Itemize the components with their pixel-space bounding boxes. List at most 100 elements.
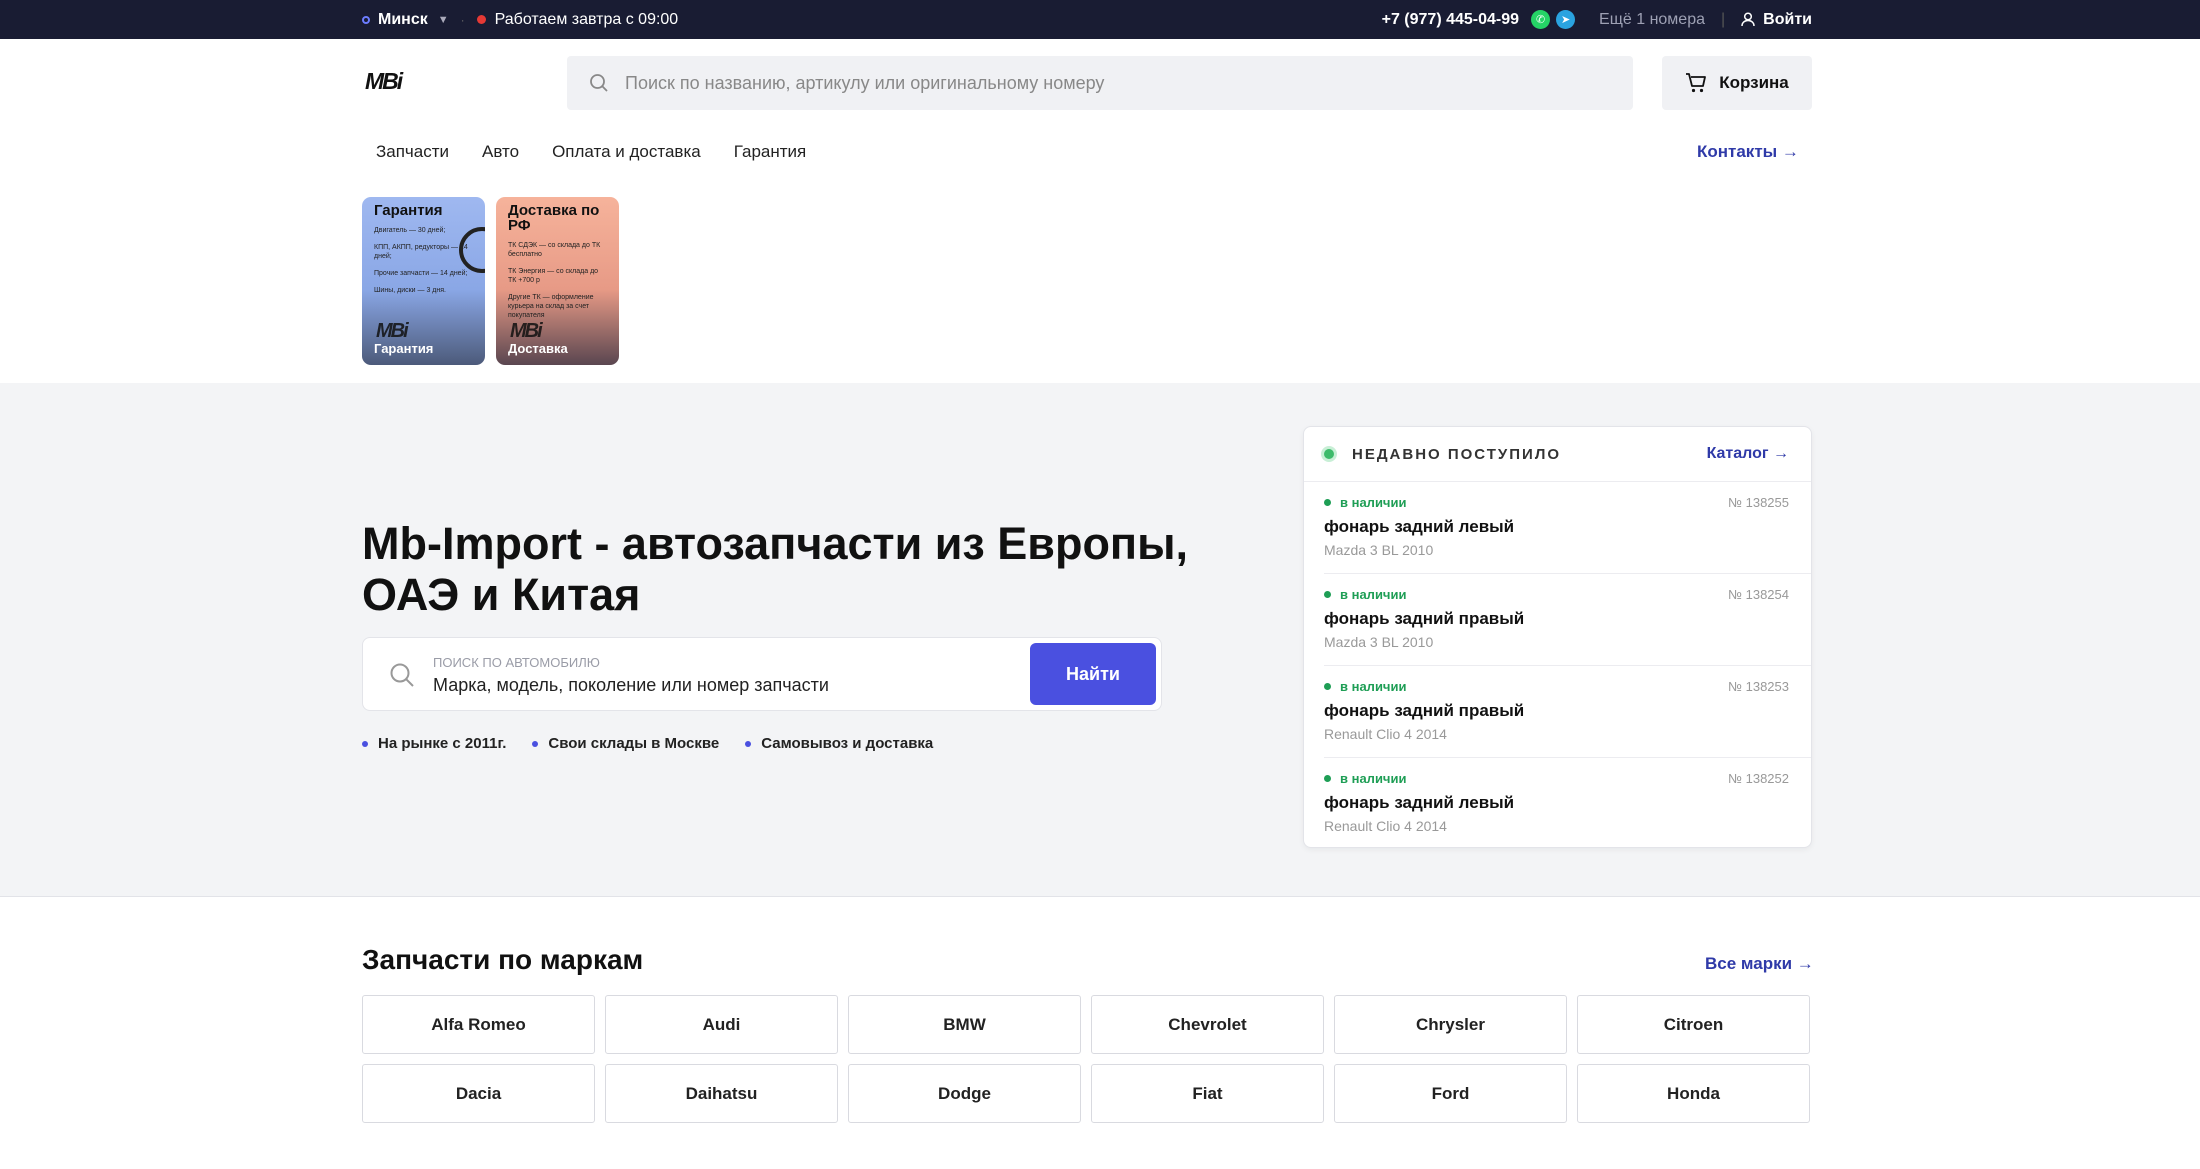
brand-button[interactable]: BMW [848, 995, 1081, 1054]
search-icon [590, 74, 608, 92]
story-delivery[interactable]: Доставка по РФ ТК СДЭК — со склада до ТК… [496, 197, 619, 365]
nav-item-cars[interactable]: Авто [482, 142, 519, 162]
top-bar: Минск ▼ · Работаем завтра с 09:00 +7 (97… [0, 0, 2200, 39]
list-item[interactable]: в наличии № 138254 фонарь задний правый … [1324, 574, 1811, 666]
brand-button[interactable]: Chrysler [1334, 995, 1567, 1054]
stock-label: в наличии [1340, 495, 1407, 510]
story-line: Прочие запчасти — 14 дней; [374, 270, 468, 277]
stock-dot-icon [1324, 591, 1331, 598]
feature-item: Свои склады в Москве [532, 735, 719, 752]
header: MBi Поиск по названию, артикулу или ориг… [362, 56, 1812, 110]
bullet-icon [532, 740, 539, 747]
city-selector[interactable]: Минск [378, 11, 428, 29]
bullet-icon [362, 740, 368, 747]
item-name: фонарь задний левый [1324, 793, 1515, 812]
item-name: фонарь задний правый [1324, 609, 1525, 628]
cart-icon [1686, 73, 1707, 93]
item-number: № 138255 [1728, 495, 1789, 510]
login-button[interactable]: Войти [1741, 11, 1812, 29]
stock-label: в наличии [1340, 771, 1407, 786]
item-name: фонарь задний левый [1324, 517, 1515, 536]
brand-button[interactable]: Audi [605, 995, 838, 1054]
catalog-link[interactable]: Каталог → [1707, 445, 1789, 463]
phone-link[interactable]: +7 (977) 445-04-99 [1382, 11, 1519, 29]
story-logo: MBi [510, 320, 543, 342]
story-caption: Доставка [508, 341, 568, 356]
divider: | [1721, 10, 1726, 28]
story-caption: Гарантия [374, 341, 434, 356]
feature-label: На рынке с 2011г. [378, 735, 507, 752]
recent-title: НЕДАВНО ПОСТУПИЛО [1352, 445, 1562, 463]
story-line: ТК СДЭК — со склада до ТК бесплатно [508, 242, 601, 258]
all-brands-link[interactable]: Все марки → [1705, 954, 1814, 974]
brands-grid: Alfa Romeo Audi BMW Chevrolet Chrysler C… [362, 995, 1812, 1123]
brand-button[interactable]: Chevrolet [1091, 995, 1324, 1054]
search-icon [390, 663, 414, 687]
item-number: № 138252 [1728, 771, 1789, 786]
feature-item: Самовывоз и доставка [745, 735, 933, 752]
contacts-link[interactable]: Контакты → [1697, 142, 1799, 162]
item-name: фонарь задний правый [1324, 701, 1525, 720]
brand-button[interactable]: Honda [1577, 1064, 1810, 1123]
stories: Гарантия Двигатель — 30 дней; КПП, АКПП,… [362, 197, 630, 365]
list-item[interactable]: в наличии № 138255 фонарь задний левый M… [1324, 482, 1811, 574]
feature-label: Самовывоз и доставка [761, 735, 934, 752]
search-placeholder: Поиск по названию, артикулу или оригинал… [625, 72, 1105, 93]
stock-label: в наличии [1340, 679, 1407, 694]
search-input[interactable]: Поиск по названию, артикулу или оригинал… [567, 56, 1633, 110]
cart-label: Корзина [1719, 73, 1789, 92]
status-dot-icon [476, 15, 486, 24]
main-nav: Запчасти Авто Оплата и доставка Гарантия [376, 142, 839, 162]
story-logo: MBi [376, 320, 409, 342]
feature-item: На рынке с 2011г. [362, 735, 506, 752]
car-search-placeholder: Марка, модель, поколение или номер запча… [433, 675, 829, 695]
brand-button[interactable]: Alfa Romeo [362, 995, 595, 1054]
story-title: Гарантия [374, 202, 443, 219]
brands-title: Запчасти по маркам [362, 944, 644, 975]
location-icon [362, 15, 370, 24]
car-search-label: ПОИСК ПО АВТОМОБИЛЮ [433, 655, 600, 670]
recent-header: НЕДАВНО ПОСТУПИЛО Каталог → [1304, 427, 1811, 482]
telegram-icon[interactable]: ➤ [1556, 10, 1576, 29]
list-item[interactable]: в наличии № 138253 фонарь задний правый … [1324, 666, 1811, 758]
feature-label: Свои склады в Москве [548, 735, 720, 752]
nav-item-payment-delivery[interactable]: Оплата и доставка [552, 142, 701, 162]
stock-status: в наличии [1324, 771, 1406, 786]
brand-button[interactable]: Ford [1334, 1064, 1567, 1123]
recent-arrivals-panel: НЕДАВНО ПОСТУПИЛО Каталог → в наличии № … [1303, 426, 1812, 848]
stock-status: в наличии [1324, 587, 1406, 602]
brand-button[interactable]: Dodge [848, 1064, 1081, 1123]
item-number: № 138253 [1728, 679, 1789, 694]
stock-status: в наличии [1324, 495, 1406, 510]
page-title: Mb-Import - автозапчасти из Европы, ОАЭ … [362, 518, 1189, 620]
stock-dot-icon [1324, 683, 1331, 690]
logo[interactable]: MBi [364, 68, 434, 94]
story-line: ТК Энергия — со склада до ТК +700 р [508, 268, 599, 284]
brand-button[interactable]: Fiat [1091, 1064, 1324, 1123]
story-warranty[interactable]: Гарантия Двигатель — 30 дней; КПП, АКПП,… [362, 197, 485, 365]
whatsapp-icon[interactable]: ✆ [1531, 10, 1551, 29]
stock-dot-icon [1324, 499, 1331, 506]
brand-button[interactable]: Dacia [362, 1064, 595, 1123]
story-line: Другие ТК — оформление курьера на склад … [508, 294, 594, 319]
chevron-down-icon[interactable]: ▼ [438, 14, 449, 26]
find-button[interactable]: Найти [1030, 643, 1156, 705]
item-car: Renault Clio 4 2014 [1324, 818, 1447, 834]
brand-button[interactable]: Citroen [1577, 995, 1810, 1054]
schedule-text: Работаем завтра с 09:00 [494, 10, 679, 28]
stock-label: в наличии [1340, 587, 1407, 602]
item-car: Mazda 3 BL 2010 [1324, 634, 1434, 650]
bullet-icon [745, 740, 752, 747]
car-search-input[interactable]: ПОИСК ПО АВТОМОБИЛЮ Марка, модель, покол… [362, 637, 1162, 711]
more-phones-link[interactable]: Ещё 1 номера [1599, 11, 1705, 29]
logo-text: MBi [365, 68, 404, 94]
cart-button[interactable]: Корзина [1662, 56, 1812, 110]
list-item[interactable]: в наличии № 138252 фонарь задний левый R… [1324, 758, 1811, 850]
item-car: Renault Clio 4 2014 [1324, 726, 1447, 742]
brand-button[interactable]: Daihatsu [605, 1064, 838, 1123]
nav-item-warranty[interactable]: Гарантия [734, 142, 807, 162]
nav-item-parts[interactable]: Запчасти [376, 142, 449, 162]
item-car: Mazda 3 BL 2010 [1324, 542, 1434, 558]
story-line: Двигатель — 30 дней; [374, 227, 446, 234]
separator: · [460, 12, 465, 27]
